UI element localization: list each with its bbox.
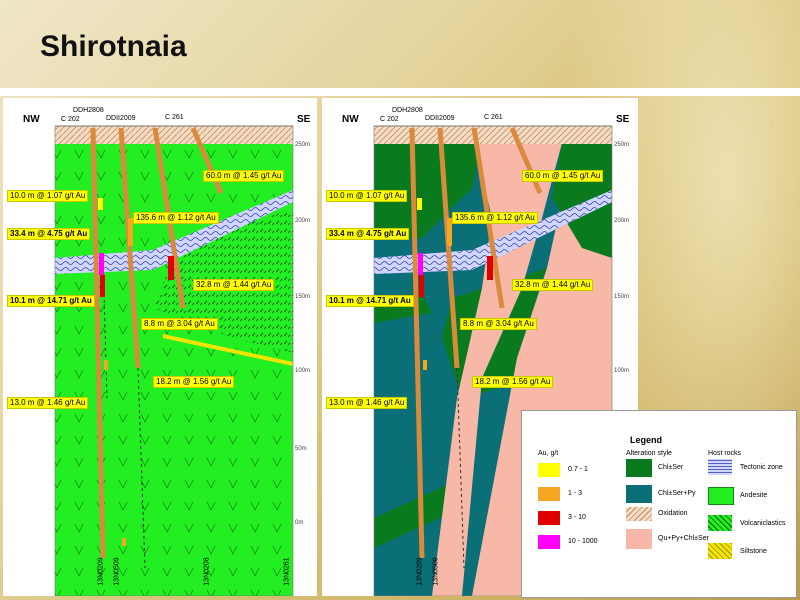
page-title: Shirotnaia [40,30,187,63]
legend-swatch-au [538,463,560,477]
intercept-label: 10.1 m @ 14.71 g/t Au [7,295,95,307]
hole-label: C 261 [165,114,184,121]
elevation-tick: 100m [295,368,311,374]
intercept-label: 18.2 m @ 1.56 g/t Au [153,376,235,388]
collar-label: 13N0208 [203,557,211,586]
legend-au-label: 10 - 1000 [568,538,598,545]
hole-label: DDH2808 [392,107,423,114]
collar-label: 13N0209 [416,557,424,586]
elevation-tick: 150m [295,294,311,300]
legend-swatch-au [538,535,560,549]
intercept-label: 10.0 m @ 1.07 g/t Au [7,190,89,202]
legend-au-label: 1 - 3 [568,490,583,497]
legend-title: Legend [630,435,663,445]
legend-au-label: 3 - 10 [568,514,586,521]
legend-swatch-alteration [626,507,652,521]
intercept-label: 10.1 m @ 14.71 g/t Au [326,295,414,307]
legend-host-label: Volcaniclastics [740,520,786,527]
nw-label: NW [23,114,40,125]
elevation-tick: 200m [614,218,630,224]
se-label: SE [297,114,311,125]
legend-alteration-label: Oxidation [658,510,688,517]
intercept-label: 13.0 m @ 1.46 g/t Au [326,397,408,409]
collar-label: 13N0261 [283,557,291,586]
nw-label: NW [342,114,359,125]
legend-host-label: Andesite [740,492,768,499]
legend-swatch-host [708,515,732,531]
intercept-label: 33.4 m @ 4.75 g/t Au [7,228,91,240]
legend: Legend Au, g/t Alteration style Host roc… [521,410,797,598]
elevation-tick: 50m [295,446,307,452]
collar-label: 13N0209 [97,557,105,586]
legend-swatch-alteration [626,459,652,477]
legend-au-label: 0.7 - 1 [568,466,588,473]
legend-alteration-heading: Alteration style [626,450,672,457]
legend-swatch-host [708,459,732,475]
legend-swatch-alteration [626,529,652,549]
legend-host-label: Tectonic zone [740,464,783,471]
hole-label: C 261 [484,114,503,121]
legend-swatch-alteration [626,485,652,503]
intercept-label: 135.6 m @ 1.12 g/t Au [452,212,538,224]
intercept-label: 60.0 m @ 1.45 g/t Au [203,170,285,182]
elevation-tick: 250m [295,142,311,148]
hole-label: DDII2009 [425,115,455,122]
elevation-tick: 150m [614,294,630,300]
elevation-tick: 100m [614,368,630,374]
legend-swatch-host [708,487,734,505]
legend-alteration-label: Chl±Ser [658,464,684,471]
elevation-tick: 250m [614,142,630,148]
hole-label: DDII2009 [106,115,136,122]
intercept-label: 8.8 m @ 3.04 g/t Au [460,318,537,330]
legend-host-heading: Host rocks [708,450,742,457]
intercept-label: 10.0 m @ 1.07 g/t Au [326,190,408,202]
hole-label: C 202 [61,116,80,123]
collar-label: 13N0509 [432,557,440,586]
section-host-rocks: NW SE C 202 DDH2808 DDII2009 C 261 250m … [3,98,317,596]
intercept-label: 32.8 m @ 1.44 g/t Au [512,279,594,291]
legend-alteration-label: Chl±Ser+Py [658,490,696,497]
legend-alteration-label: Qu+Py+Chl±Ser [658,535,709,542]
intercept-label: 8.8 m @ 3.04 g/t Au [141,318,218,330]
title-divider [0,88,800,96]
collar-label: 13N0509 [113,557,121,586]
legend-host-label: Siltstone [740,548,767,555]
elevation-tick: 200m [295,218,311,224]
intercept-label: 60.0 m @ 1.45 g/t Au [522,170,604,182]
legend-swatch-au [538,487,560,501]
elevation-tick: 0m [295,520,304,526]
intercept-label: 13.0 m @ 1.46 g/t Au [7,397,89,409]
intercept-label: 18.2 m @ 1.56 g/t Au [472,376,554,388]
legend-au-heading: Au, g/t [538,450,559,457]
legend-swatch-au [538,511,560,525]
hole-label: C 202 [380,116,399,123]
intercept-label: 135.6 m @ 1.12 g/t Au [133,212,219,224]
hole-label: DDH2808 [73,107,104,114]
se-label: SE [616,114,630,125]
intercept-label: 33.4 m @ 4.75 g/t Au [326,228,410,240]
intercept-label: 32.8 m @ 1.44 g/t Au [193,279,275,291]
legend-swatch-host [708,543,732,559]
